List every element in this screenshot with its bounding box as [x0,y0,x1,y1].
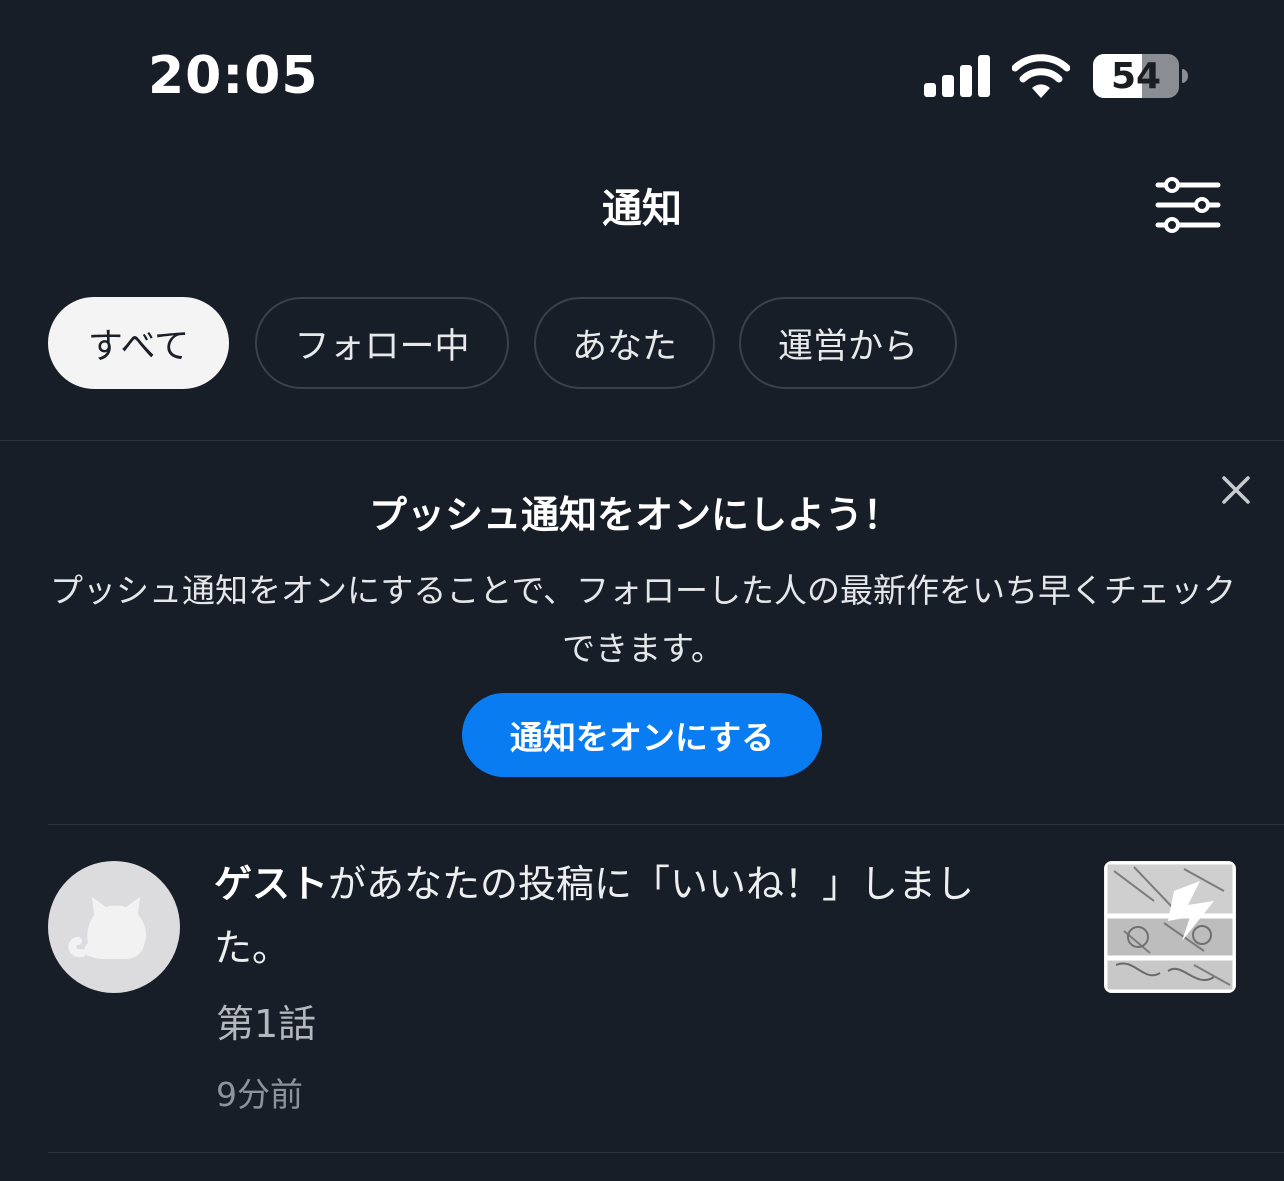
tab-label: あなた [571,326,677,367]
battery-icon: 54 [1092,53,1190,99]
cat-avatar-icon [68,897,146,959]
banner-title: プッシュ通知をオンにしよう！ [368,493,901,537]
tab-label: フォロー中 [294,326,470,367]
notification-user: ゲスト [214,862,329,906]
banner-divider [48,824,1284,825]
status-time: 20:05 [148,46,319,106]
page-title: 通知 [602,186,682,232]
tab-following[interactable]: フォロー中 [255,297,509,389]
enable-notifications-button[interactable]: 通知をオンにする [462,693,822,777]
avatar[interactable] [48,861,180,993]
work-thumbnail[interactable] [1104,861,1236,993]
tab-you[interactable]: あなた [534,297,715,389]
notification-action: があなたの投稿に「いいね！」しました。 [214,862,975,970]
tab-label: すべて [87,326,190,367]
notification-message: ゲストがあなたの投稿に「いいね！」しました。 [214,852,1014,980]
tab-official[interactable]: 運営から [739,297,957,389]
banner-description: プッシュ通知をオンにすることで、フォローした人の最新作をいち早くチェックできます… [49,571,1237,668]
filter-settings-button[interactable] [1150,172,1226,238]
signal-icon [924,55,990,97]
wifi-icon [1012,54,1070,98]
notification-work-title: 第1話 [216,1002,317,1046]
tab-all[interactable]: すべて [48,297,229,389]
header-divider [0,440,1284,441]
sliders-icon [1155,177,1221,233]
tab-label: 運営から [777,326,918,367]
notification-time: 9分前 [216,1075,303,1114]
notifications-screen: 20:05 54 通知 すべて フォロー中 あなた 運営から プッシュ通知をオン… [0,0,1284,1181]
item-divider [48,1152,1284,1153]
battery-level: 54 [1110,55,1162,97]
